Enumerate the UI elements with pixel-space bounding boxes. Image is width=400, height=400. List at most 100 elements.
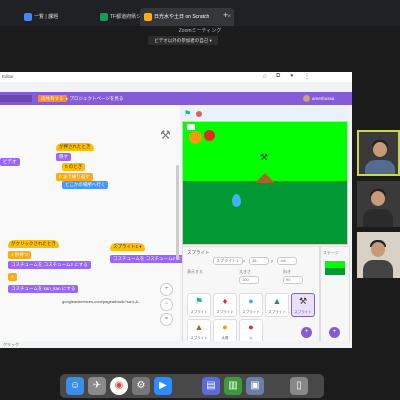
sun-sprite[interactable] xyxy=(189,131,202,144)
menu-icon[interactable]: ⋮ xyxy=(304,73,310,80)
sprite-tile-name: スプライト xyxy=(294,310,312,314)
username: amerbossa xyxy=(312,96,335,101)
profile-icon[interactable]: ● xyxy=(290,73,294,79)
url-bar[interactable]: Editor ☆ ⧉ ● ⋮ xyxy=(0,72,352,82)
sprite-tile[interactable]: ♦ スプライト xyxy=(213,293,237,317)
project-page-label: プロジェクトページを見る xyxy=(69,96,124,101)
x-field[interactable]: 36 xyxy=(249,257,269,265)
participant-body xyxy=(363,209,393,227)
sprite-tile[interactable]: ● スプライト xyxy=(239,293,263,317)
y-field[interactable]: -64 xyxy=(277,257,297,265)
size-field[interactable]: 100 xyxy=(239,276,259,284)
stage-thumbnail xyxy=(325,261,345,275)
system-preferences-icon[interactable]: ⚙ xyxy=(132,377,150,395)
sprite-tile[interactable]: ● 太陽 xyxy=(213,319,237,343)
extension-icon[interactable]: ⧉ xyxy=(276,73,280,80)
flag-icon: ⚑ xyxy=(194,296,204,306)
status-bar: クリック xyxy=(0,341,352,348)
video-participant-1[interactable] xyxy=(357,130,400,176)
sprite-tile-selected[interactable]: ⚒ スプライト xyxy=(291,293,315,317)
drop-sprite[interactable] xyxy=(232,194,241,207)
tab-favicon-icon xyxy=(24,13,32,21)
code-block[interactable]: コスチュームを コスチューム2 にする xyxy=(110,255,193,263)
code-block[interactable]: 隠す xyxy=(56,153,71,161)
apple-icon: ● xyxy=(248,322,254,332)
code-block[interactable]: どこかの場所へ行く xyxy=(62,181,109,189)
code-block[interactable]: 0 のとき xyxy=(62,163,86,171)
x-label: x xyxy=(243,258,245,263)
participant-face xyxy=(371,191,385,206)
new-tab-button[interactable]: + xyxy=(223,10,228,20)
direction-field[interactable]: 90 xyxy=(283,276,303,284)
finder-icon[interactable]: ☺ xyxy=(66,377,84,395)
tab-3-active[interactable]: 日光水や土日 on Scratch × xyxy=(140,8,234,26)
code-block[interactable]: がクリックされたとき xyxy=(8,240,59,248)
project-page-button[interactable]: ▸ プロジェクトページを見る xyxy=(66,95,123,102)
save-button[interactable]: 再共有する xyxy=(38,95,67,102)
apple-sprite[interactable] xyxy=(204,130,215,141)
code-block[interactable]: スプライト1 ▾ xyxy=(110,243,145,251)
tab-label: 一覧 | 課題 xyxy=(34,14,59,20)
keynote-icon[interactable]: ▤ xyxy=(202,377,220,395)
launchpad-icon[interactable]: ✈ xyxy=(88,377,106,395)
code-block[interactable]: コスチュームを kan_kan にする xyxy=(8,285,79,293)
sprite-tile-name: スプライト xyxy=(268,310,286,314)
code-scrollbar[interactable] xyxy=(176,165,179,260)
sprite-tile[interactable]: ▲ スプライト xyxy=(265,293,289,317)
code-block[interactable]: ビデオ xyxy=(0,158,20,166)
browser-tab-bar: 一覧 | 課題 × TF都道府県シート - Google スプ × 日光水や土日… xyxy=(0,0,400,26)
scratch-menu-bar: 再共有する ▸ プロジェクトページを見る amerbossa xyxy=(0,92,352,105)
user-menu[interactable]: amerbossa xyxy=(303,94,334,103)
star-icon[interactable]: ☆ xyxy=(262,73,267,80)
drop-icon: ● xyxy=(248,296,254,306)
stage[interactable]: ⚒ xyxy=(182,121,348,245)
code-block[interactable]: 1 秒待つ xyxy=(8,251,32,259)
code-block[interactable]: コスチュームを コスチューム2 にする xyxy=(8,261,91,269)
hill-sprite[interactable] xyxy=(255,173,275,183)
code-block[interactable]: 0 まで繰り返す xyxy=(56,173,93,181)
y-label: y xyxy=(271,258,273,263)
green-flag-icon[interactable]: ⚑ xyxy=(184,109,191,118)
sun-icon: ● xyxy=(222,322,228,332)
code-block[interactable]: 1 xyxy=(8,273,17,281)
stage-grass xyxy=(183,181,347,244)
direction-label: 向き xyxy=(283,269,291,274)
tab-label: 日光水や土日 on Scratch xyxy=(154,14,210,20)
sprite-tile-name: スプライト xyxy=(242,310,260,314)
stage-label: ステージ xyxy=(323,250,339,255)
size-label: 大きさ xyxy=(239,269,251,274)
stage-selector[interactable]: ステージ + xyxy=(320,246,350,344)
sprite-tile[interactable]: ⚑ スプライト xyxy=(187,293,211,317)
zoom-view-dropdown[interactable]: ビデオ以外の参加者の自己 ▾ xyxy=(148,36,218,45)
participant-face xyxy=(373,142,387,157)
wrench-icon: ⚒ xyxy=(160,128,171,142)
numbers-icon[interactable]: ▥ xyxy=(224,377,242,395)
scratch-favicon-icon xyxy=(144,13,152,21)
zoom-out-button[interactable]: − xyxy=(160,298,173,311)
zoom-title-bar: Zoomミーティング xyxy=(0,26,400,36)
sprite-tile-name: スプライト xyxy=(216,310,234,314)
sprite-name-field[interactable]: スプライト1 xyxy=(213,257,243,265)
scratch-logo-area[interactable] xyxy=(0,95,32,102)
zoom-reset-button[interactable]: = xyxy=(160,313,173,326)
code-block[interactable]: が押されたとき xyxy=(56,143,94,151)
preview-icon[interactable]: ▣ xyxy=(246,377,264,395)
stop-icon[interactable] xyxy=(196,111,202,117)
add-backdrop-button[interactable]: + xyxy=(329,327,340,338)
add-sprite-button[interactable]: + xyxy=(301,327,312,338)
participant-body xyxy=(363,260,393,278)
stage-header: ⚑ xyxy=(180,108,348,120)
video-participant-2[interactable] xyxy=(357,181,400,227)
code-area[interactable]: ビデオ が押されたとき 隠す 0 のとき 0 まで繰り返す どこかの場所へ行く … xyxy=(0,105,193,341)
fire-icon: ♦ xyxy=(222,296,228,306)
zoom-in-button[interactable]: + xyxy=(160,283,173,296)
sprite-tile[interactable]: ● 火 xyxy=(239,319,263,343)
zoom-app-icon[interactable]: ▶ xyxy=(154,377,172,395)
status-text: クリック xyxy=(3,342,19,347)
sprite-label-sprite xyxy=(187,124,195,130)
hammer-sprite[interactable]: ⚒ xyxy=(260,152,268,163)
sprite-tile[interactable]: ▲ スプライト xyxy=(187,319,211,343)
video-participant-3[interactable] xyxy=(357,232,400,278)
trash-icon[interactable]: ▯ xyxy=(290,377,308,395)
chrome-icon[interactable]: ◉ xyxy=(110,377,128,395)
